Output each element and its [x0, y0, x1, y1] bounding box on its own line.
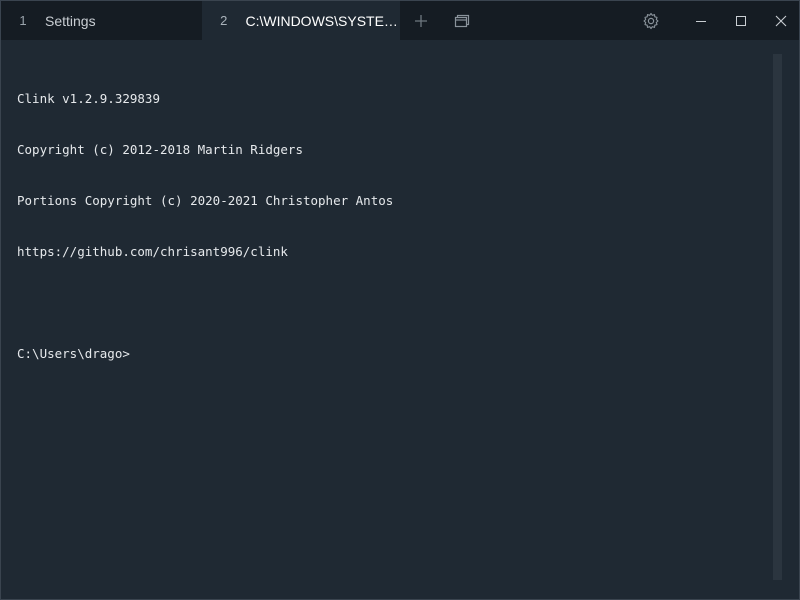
plus-icon [415, 14, 427, 27]
minimize-icon [696, 20, 706, 22]
terminal-window: 1 Settings 2 C:\WINDOWS\SYSTEM... Clink … [0, 0, 800, 600]
tab-number: 2 [220, 13, 228, 28]
console-line: Copyright (c) 2012-2018 Martin Ridgers [17, 142, 303, 157]
gear-icon [643, 12, 659, 29]
close-icon [775, 15, 787, 26]
maximize-icon [736, 15, 746, 26]
tab-title: C:\WINDOWS\SYSTEM... [245, 12, 400, 29]
maximize-button[interactable] [721, 1, 761, 40]
command-prompt[interactable]: C:\Users\drago> [17, 345, 393, 362]
tab-bar: 1 Settings 2 C:\WINDOWS\SYSTEM... [1, 1, 799, 40]
tab-number: 1 [19, 13, 27, 28]
new-tab-button[interactable] [401, 1, 441, 40]
tab-command-prompt[interactable]: 2 C:\WINDOWS\SYSTEM... [202, 1, 400, 40]
tab-overview-button[interactable] [442, 1, 482, 40]
close-button[interactable] [761, 1, 800, 40]
tab-overview-icon [454, 14, 470, 27]
settings-button[interactable] [631, 1, 671, 40]
console-line: Portions Copyright (c) 2020-2021 Christo… [17, 193, 394, 208]
console-line: https://github.com/chrisant996/clink [17, 244, 288, 259]
minimize-button[interactable] [681, 1, 721, 40]
console-line: Clink v1.2.9.329839 [17, 91, 160, 106]
scrollbar[interactable] [773, 54, 782, 580]
tab-title: Settings [45, 12, 96, 29]
tab-settings[interactable]: 1 Settings [1, 1, 201, 40]
terminal-area[interactable]: Clink v1.2.9.329839 Copyright (c) 2012-2… [1, 40, 799, 599]
console-output: Clink v1.2.9.329839 Copyright (c) 2012-2… [17, 56, 393, 396]
